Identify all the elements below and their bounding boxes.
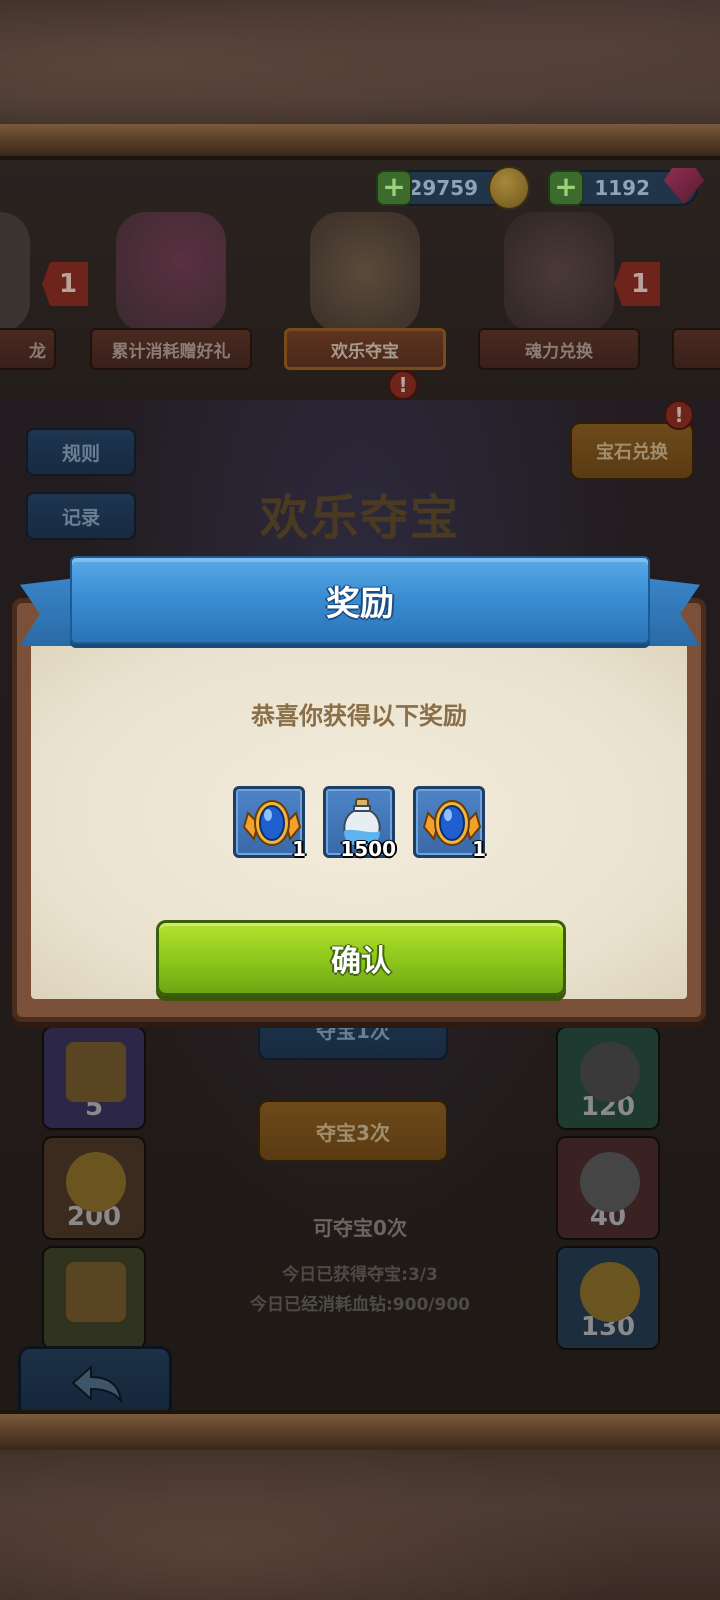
soul-stone-icon (580, 1042, 640, 1102)
top-frame-bar (0, 124, 720, 160)
tab-label: 欢乐夺宝 (284, 328, 446, 370)
gift-girl-art-icon (116, 212, 226, 332)
dragon-event-art-icon (0, 212, 30, 332)
reward-quantity: 1 (292, 837, 306, 861)
reward-item[interactable]: 1500 (323, 786, 396, 861)
gold-coin-icon (66, 1152, 126, 1212)
today-obtained-text: 今日已获得夺宝:3/3 (282, 1265, 438, 1285)
reward-quantity: 1500 (340, 837, 396, 861)
coin-icon (488, 166, 530, 210)
draw-three-times-button[interactable]: 夺宝3次 (258, 1100, 448, 1162)
gem-counter[interactable]: + 1192 (548, 168, 704, 206)
tab-next-event[interactable] (668, 208, 720, 388)
gem-amount: 1192 (594, 176, 650, 200)
tab-label: 龙 (0, 328, 56, 370)
gem-exchange-button[interactable]: 宝石兑换 (570, 422, 694, 480)
confirm-button[interactable]: 确认 (156, 920, 566, 996)
prize-cell: 5 (42, 1026, 146, 1130)
add-gems-icon[interactable]: + (548, 170, 584, 206)
soul-stone-icon (580, 1152, 640, 1212)
reward-item[interactable]: 1 (413, 786, 486, 861)
bottom-frame-bar (0, 1410, 720, 1450)
exclamation-badge-icon: ! (664, 400, 694, 430)
treasure-chest-art-icon (310, 212, 420, 332)
reward-congrats-text: 恭喜你获得以下奖励 (251, 702, 467, 730)
today-spent-text: 今日已经消耗血钻:900/900 (250, 1295, 470, 1315)
exclamation-badge-icon: ! (388, 370, 418, 400)
soul-basket-art-icon (504, 212, 614, 332)
back-button[interactable] (18, 1346, 172, 1410)
reward-item[interactable]: 1 (233, 786, 306, 861)
tab-label: 累计消耗赠好礼 (90, 328, 252, 370)
add-coins-icon[interactable]: + (376, 170, 412, 206)
tab-cumulative-spend-gift[interactable]: 累计消耗赠好礼 (86, 208, 256, 388)
coin-counter[interactable]: + 29759 (376, 166, 530, 210)
scroll-box-icon (66, 1042, 126, 1102)
gem-icon (664, 168, 704, 204)
dialog-title: 奖励 (326, 583, 394, 624)
reward-quantity: 1 (472, 837, 486, 861)
board-title: 欢乐夺宝 (259, 490, 460, 546)
prize-cell: 120 (556, 1026, 660, 1130)
coin-amount: 29759 (408, 176, 478, 200)
tab-label-partial (672, 328, 720, 370)
tab-soul-exchange[interactable]: 魂力兑换 (474, 208, 644, 388)
tab-happy-treasure[interactable]: 欢乐夺宝 (280, 208, 450, 388)
notification-badge: 1 (42, 262, 88, 306)
notification-badge: 1 (614, 262, 660, 306)
event-tab-strip: + 29759 + 1192 龙 1 累计消耗赠好礼 欢乐夺宝 ! 魂力兑换 1 (0, 160, 720, 400)
rules-button[interactable]: 规则 (26, 428, 136, 476)
remaining-draws-text: 可夺宝0次 (313, 1216, 407, 1240)
tab-label: 魂力兑换 (478, 328, 640, 370)
back-arrow-icon (71, 1364, 123, 1403)
